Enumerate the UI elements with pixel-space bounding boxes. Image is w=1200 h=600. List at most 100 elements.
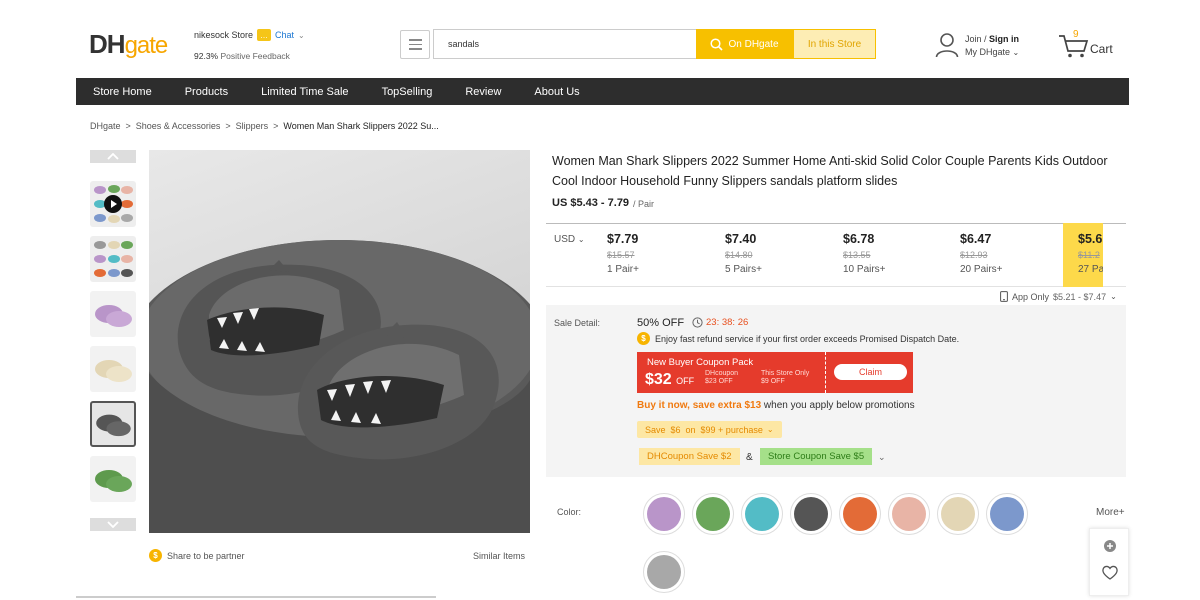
user-icon[interactable]	[935, 32, 959, 58]
price-tier-5[interactable]: $5.6 $11.2 27 Pa	[1078, 232, 1103, 275]
dollar-coin-icon: $	[149, 549, 162, 562]
play-icon[interactable]	[103, 194, 123, 214]
ampersand: &	[746, 452, 753, 463]
color-swatch-orange[interactable]	[839, 493, 881, 535]
color-swatch-beige[interactable]	[937, 493, 979, 535]
chat-link[interactable]: Chat	[275, 30, 294, 40]
clock-icon	[692, 317, 703, 328]
countdown-timer: 23: 38: 26	[692, 317, 748, 328]
nav-products[interactable]: Products	[185, 86, 228, 98]
similar-items-link[interactable]: Similar Items	[473, 551, 525, 561]
app-only-range: $5.21 - $7.47	[1053, 291, 1107, 302]
tier-quantity: 10 Pairs+	[843, 264, 886, 275]
search-on-dhgate-button[interactable]: On DHgate	[696, 29, 793, 59]
color-swatch-pink[interactable]	[888, 493, 930, 535]
coupon-store-line2: $9 OFF	[761, 378, 785, 385]
swatch-fill	[941, 497, 975, 531]
breadcrumb-shoes[interactable]: Shoes & Accessories	[136, 121, 221, 131]
thumb-up-button[interactable]	[90, 150, 136, 163]
swatch-fill	[990, 497, 1024, 531]
sale-detail-label: Sale Detail:	[554, 318, 601, 328]
logo-gate-text: gate	[124, 32, 169, 59]
plus-circle-icon[interactable]	[1103, 539, 1117, 553]
app-only-price[interactable]: App Only $5.21 - $7.47 ⌄	[1000, 291, 1117, 302]
price-tier-2[interactable]: $7.40 $14.80 5 Pairs+	[725, 232, 815, 275]
nav-about-us[interactable]: About Us	[534, 86, 579, 98]
tier-quantity: 5 Pairs+	[725, 264, 762, 275]
signin-link[interactable]: Sign in	[989, 34, 1019, 44]
dh-coupon-tag[interactable]: DHCoupon Save $2	[639, 448, 740, 465]
swatch-fill	[647, 497, 681, 531]
thumbnail-green[interactable]	[90, 456, 136, 502]
share-label: Share to be partner	[167, 550, 245, 561]
thumbnail-2[interactable]	[90, 236, 136, 282]
color-swatch-purple[interactable]	[643, 493, 685, 535]
color-swatch-blue[interactable]	[986, 493, 1028, 535]
nav-review[interactable]: Review	[465, 86, 501, 98]
cart-count-badge: 9	[1073, 29, 1079, 40]
chevron-down-icon[interactable]: ⌄	[298, 31, 305, 40]
timer-value: 23: 38: 26	[706, 317, 749, 328]
breadcrumb-slippers[interactable]: Slippers	[236, 121, 269, 131]
thumbnail-purple[interactable]	[90, 291, 136, 337]
nav-limited-time-sale[interactable]: Limited Time Sale	[261, 86, 348, 98]
thumbnail-video[interactable]	[90, 181, 136, 227]
price-tier-4[interactable]: $6.47 $12.93 20 Pairs+	[960, 232, 1050, 275]
chevron-down-icon[interactable]: ⌄	[878, 452, 886, 463]
tier-quantity: 20 Pairs+	[960, 264, 1003, 275]
swatch-fill	[794, 497, 828, 531]
coupon-dh-detail: DHcoupon $23 OFF	[705, 370, 738, 386]
save-on-purchase-pill[interactable]: Save $6 on $99 + purchase ⌄	[637, 421, 782, 438]
tier-original-price: $11.2	[1078, 250, 1100, 260]
dollar-coin-icon: $	[637, 332, 650, 345]
chat-icon[interactable]: …	[257, 29, 272, 41]
color-swatch-green[interactable]	[692, 493, 734, 535]
purple-slipper-thumbnail	[95, 305, 132, 327]
signin-block[interactable]: Join / Sign in My DHgate ⌄	[965, 33, 1019, 59]
shark-slippers-image	[149, 240, 530, 533]
price-tier-3[interactable]: $6.78 $13.55 10 Pairs+	[843, 232, 933, 275]
my-dhgate-link[interactable]: My DHgate	[965, 47, 1010, 57]
mobile-phone-icon	[1000, 291, 1008, 302]
more-colors-link[interactable]: More+	[1096, 507, 1125, 518]
heart-icon[interactable]	[1102, 565, 1118, 580]
tier-original-price: $14.80	[725, 250, 753, 260]
store-name[interactable]: nikesock Store	[194, 30, 253, 40]
share-partner-link[interactable]: $ Share to be partner	[149, 549, 245, 562]
tier-quantity: 1 Pair+	[607, 264, 639, 275]
coupon-dh-line1: DHcoupon	[705, 370, 739, 377]
color-swatch-light-gray[interactable]	[643, 551, 685, 593]
price-tier-1[interactable]: $7.79 $15.57 1 Pair+	[607, 232, 697, 275]
cart-label[interactable]: Cart	[1090, 42, 1113, 56]
swatch-fill	[892, 497, 926, 531]
nav-topselling[interactable]: TopSelling	[382, 86, 433, 98]
join-link[interactable]: Join /	[965, 34, 987, 44]
tier-quantity: 27 Pa	[1078, 264, 1103, 275]
thumbnail-gray-selected[interactable]	[90, 401, 136, 447]
refund-text: Enjoy fast refund service if your first …	[655, 333, 960, 344]
coupon-off-label: OFF	[676, 376, 695, 386]
breadcrumb-dhgate[interactable]: DHgate	[90, 121, 121, 131]
coupon-title: New Buyer Coupon Pack	[647, 357, 754, 368]
color-swatch-gray[interactable]	[790, 493, 832, 535]
chevron-down-icon: ⌄	[766, 425, 774, 434]
feedback-label: Positive Feedback	[220, 51, 290, 61]
category-menu-button[interactable]	[400, 30, 430, 59]
claim-button[interactable]: Claim	[834, 364, 907, 380]
chevron-down-icon	[107, 521, 119, 528]
color-swatch-teal[interactable]	[741, 493, 783, 535]
thumb-down-button[interactable]	[90, 518, 136, 531]
search-input[interactable]: sandals	[433, 29, 697, 59]
thumbnail-beige[interactable]	[90, 346, 136, 392]
main-product-image[interactable]	[149, 150, 530, 533]
search-in-store-button[interactable]: In this Store	[793, 29, 876, 59]
store-coupon-tag[interactable]: Store Coupon Save $5	[760, 448, 873, 465]
currency-selector[interactable]: USD ⌄	[554, 234, 585, 245]
chevron-down-icon: ⌄	[1110, 292, 1117, 301]
nav-store-home[interactable]: Store Home	[93, 86, 152, 98]
coupon-dh-line2: $23 OFF	[705, 378, 733, 385]
new-buyer-coupon-pack[interactable]: New Buyer Coupon Pack $32 OFF DHcoupon $2…	[637, 352, 913, 393]
dhgate-logo[interactable]: DHgate	[89, 29, 169, 60]
tier-price: $7.79	[607, 232, 639, 246]
feedback-pct: 92.3%	[194, 51, 219, 61]
